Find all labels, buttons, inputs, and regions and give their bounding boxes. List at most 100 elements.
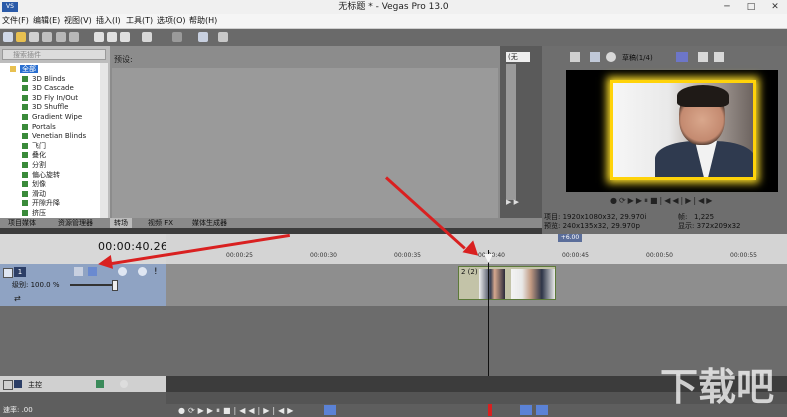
redo-icon[interactable] [172,32,182,42]
tree-item[interactable]: Venetian Blinds [22,132,86,142]
window-layout-icon[interactable] [69,32,79,42]
track-fx-icon[interactable] [88,267,97,276]
track-number: 1 [14,267,26,277]
menu-edit[interactable]: 编辑(E) [33,14,60,28]
display-options-icon[interactable] [676,52,688,62]
search-input[interactable]: 搜索插件 [2,49,106,60]
menu-file[interactable]: 文件(F) [2,14,29,28]
transition-icon [22,85,28,92]
master-collapse-icon[interactable] [3,380,13,390]
minimize-icon[interactable]: ─ [716,0,738,14]
tree-scrollbar[interactable] [100,63,108,218]
master-fx-icon[interactable] [96,380,104,388]
transition-icon [22,171,28,178]
track-motion-icon[interactable] [74,267,83,276]
tree-item[interactable]: 分割 [22,161,46,171]
copy-snapshot-icon[interactable] [698,52,708,62]
tree-item-label: Gradient Wipe [32,113,83,121]
menu-view[interactable]: 视图(V) [64,14,92,28]
save-snapshot-icon[interactable] [714,52,724,62]
person-hair [677,85,729,107]
track-solo-icon[interactable]: ! [154,267,158,277]
transition-icon [22,114,28,120]
tree-item-label: 叠化 [32,151,46,160]
overlays-icon[interactable] [590,52,600,62]
cut-icon[interactable] [94,32,104,42]
tab-project-media[interactable]: 项目媒体 [4,218,40,228]
master-mute-icon[interactable] [120,380,128,388]
playhead-cursor[interactable] [488,250,489,376]
copy-icon[interactable] [107,32,117,42]
watermark: 下载吧 [660,365,775,409]
tab-video-fx[interactable]: 视频 FX [144,218,177,228]
undo-icon[interactable] [142,32,152,42]
video-clip[interactable]: 2 (2) [458,266,556,300]
fx-panel: (无 ▶ ▶ [500,46,542,218]
preview-transport[interactable]: ●⟳▶▶⏸■|◀◀|▶|◀▶ [610,196,714,206]
tree-item[interactable]: 3D Cascade [22,84,74,94]
transition-icon [22,210,28,216]
tree-root[interactable]: 全部 [10,65,38,75]
tree-item[interactable]: 开隙升降 [22,199,60,209]
auto-ripple-icon[interactable] [536,405,548,415]
tree-item[interactable]: 3D Fly In/Out [22,94,78,104]
loop-region-marker[interactable]: +6.00 [558,234,582,242]
tree-item[interactable]: Portals [22,123,56,133]
maximize-icon[interactable]: □ [740,0,762,14]
tree-item[interactable]: 划像 [22,180,46,190]
render-icon[interactable] [42,32,52,42]
trim-icon[interactable] [198,32,208,42]
tree-item-label: 3D Shuffle [32,103,69,112]
tree-item[interactable]: 飞门 [22,142,46,152]
timeline-transport[interactable]: ●⟳▶▶⏸■|◀◀|▶|◀▶ [178,406,296,416]
normal-edit-tool-icon[interactable] [324,405,336,415]
tree-item-label: 3D Blinds [32,74,66,83]
track-level-thumb[interactable] [112,280,118,291]
menu-insert[interactable]: 插入(I) [96,14,121,28]
tree-item-label: 3D Cascade [32,84,74,93]
fx-select[interactable]: (无 [506,52,530,62]
properties-icon[interactable] [56,32,66,42]
split-screen-icon[interactable] [606,52,616,62]
marker-icon[interactable] [488,404,492,416]
tree-item[interactable]: 偏心旋转 [22,171,60,181]
help-pointer-icon[interactable] [218,32,228,42]
save-icon[interactable] [29,32,39,42]
play-icon[interactable]: ▶ ▶ [506,198,519,206]
tree-item-label: 分割 [32,161,46,169]
track-level-label: 级别: 100.0 % [12,281,60,289]
paste-icon[interactable] [120,32,130,42]
menu-options[interactable]: 选项(O) [157,14,186,28]
rate-label: 速率: .00 [3,406,33,414]
preset-label: 预设: [114,55,133,64]
tree-item[interactable]: 3D Blinds [22,75,65,85]
tab-media-generators[interactable]: 媒体生成器 [188,218,231,228]
video-track-header[interactable]: 1 ! 级别: 100.0 % ⇄ [0,264,166,306]
tree-item[interactable]: Gradient Wipe [22,113,82,123]
timecode-display: 00:00:40.26 [98,240,169,253]
tree-item[interactable]: 叠化 [22,151,46,161]
tree-item-label: 开隙升降 [32,199,60,208]
track-link-icon[interactable]: ⇄ [14,294,21,303]
open-folder-icon[interactable] [16,32,26,42]
window-title: 无标题 * - Vegas Pro 13.0 [338,2,449,12]
close-icon[interactable]: ✕ [764,0,786,14]
tree-item[interactable]: 挤压 [22,209,46,218]
tree-item[interactable]: 滑动 [22,190,46,200]
tree-item[interactable]: 3D Shuffle [22,103,68,113]
track-level-slider[interactable] [70,284,118,286]
tree-item-label: Portals [32,122,56,131]
preview-settings-icon[interactable] [570,52,580,62]
tab-transitions[interactable]: 转场 [110,218,132,228]
track-compositing-icon[interactable] [118,267,127,276]
tab-explorer[interactable]: 资源管理器 [54,218,97,228]
track-collapse-icon[interactable] [3,268,13,278]
quality-select[interactable]: 草稿(1/4) [622,53,653,63]
menu-tools[interactable]: 工具(T) [126,14,153,28]
track-mute-icon[interactable] [138,267,147,276]
fx-slider-strip[interactable] [506,64,516,200]
snapping-icon[interactable] [520,405,532,415]
new-file-icon[interactable] [3,32,13,42]
transition-icon [22,200,28,207]
menu-help[interactable]: 帮助(H) [189,14,217,28]
